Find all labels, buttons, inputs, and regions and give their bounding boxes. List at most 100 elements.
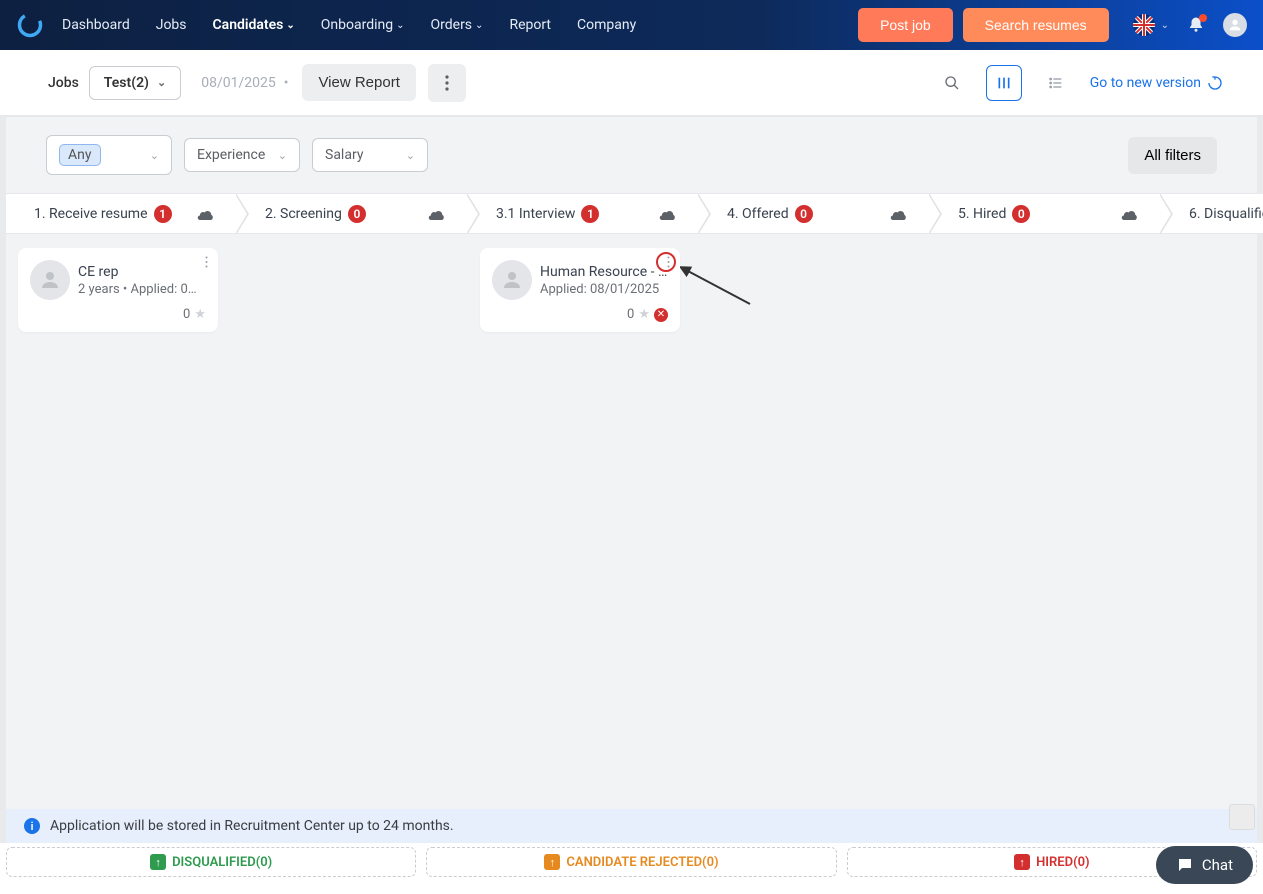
all-filters-button[interactable]: All filters [1128, 137, 1217, 174]
notification-dot-icon [1199, 14, 1207, 22]
stage-label: 5. Hired [958, 206, 1006, 222]
bucket-label: CANDIDATE REJECTED(0) [566, 855, 718, 870]
stage-disqualified[interactable]: 6. Disqualified [1161, 194, 1263, 233]
reject-badge-icon[interactable]: ✕ [654, 308, 668, 322]
bucket-rejected[interactable]: ↑ CANDIDATE REJECTED(0) [426, 847, 836, 877]
chevron-down-icon: ⌄ [157, 76, 166, 89]
view-report-button[interactable]: View Report [302, 64, 415, 101]
scroll-stub[interactable] [1229, 804, 1255, 830]
stage-label: 2. Screening [265, 206, 342, 222]
nav-company[interactable]: Company [577, 17, 636, 33]
candidate-card[interactable]: Human Resource - Ad… Applied: 08/01/2025… [480, 248, 680, 332]
stage-receive-resume[interactable]: 1. Receive resume 1 [6, 194, 237, 233]
filter-salary-label: Salary [325, 147, 363, 163]
chevron-down-icon: ⌄ [396, 20, 404, 31]
nav-candidates-label: Candidates [213, 17, 284, 33]
cloud-upload-icon[interactable] [659, 207, 677, 221]
top-nav: Dashboard Jobs Candidates⌄ Onboarding⌄ O… [0, 0, 1263, 50]
stage-count-badge: 0 [1012, 205, 1030, 223]
avatar-icon [30, 260, 70, 300]
arrow-up-icon: ↑ [544, 854, 560, 870]
nav-dashboard[interactable]: Dashboard [62, 17, 130, 33]
job-selector-value: Test(2) [104, 75, 149, 91]
nav-links: Dashboard Jobs Candidates⌄ Onboarding⌄ O… [62, 17, 636, 33]
date-text: 08/01/2025 [201, 75, 276, 91]
logo-icon[interactable] [16, 11, 44, 39]
card-score: 0 [627, 307, 634, 322]
filter-experience-label: Experience [197, 147, 265, 163]
bucket-label: HIRED(0) [1036, 855, 1090, 870]
chevron-down-icon: ⌄ [286, 20, 294, 31]
nav-jobs[interactable]: Jobs [156, 17, 187, 33]
filter-any-label: Any [59, 144, 101, 166]
separator-icon: • [284, 75, 289, 91]
stage-interview[interactable]: 3.1 Interview 1 [468, 194, 699, 233]
board-view-button[interactable] [986, 65, 1022, 101]
chevron-down-icon: ⌄ [475, 20, 483, 31]
bucket-disqualified[interactable]: ↑ DISQUALIFIED(0) [6, 847, 416, 877]
stage-label: 4. Offered [727, 206, 789, 222]
star-icon[interactable]: ★ [194, 307, 206, 322]
cloud-upload-icon[interactable] [890, 207, 908, 221]
info-text: Application will be stored in Recruitmen… [50, 818, 454, 834]
nav-orders[interactable]: Orders⌄ [431, 17, 484, 33]
chevron-down-icon: ⌄ [1161, 20, 1169, 31]
topnav-right: ⌄ [1133, 13, 1247, 37]
stage-label: 3.1 Interview [496, 206, 575, 222]
stage-offered[interactable]: 4. Offered 0 [699, 194, 930, 233]
bucket-label: DISQUALIFIED(0) [172, 855, 272, 870]
flag-uk-icon [1133, 14, 1155, 36]
chat-button[interactable]: Chat [1156, 846, 1253, 884]
filter-experience[interactable]: Experience ⌄ [184, 138, 300, 172]
card-title: Human Resource - Ad… [540, 260, 668, 280]
new-version-link[interactable]: Go to new version [1090, 75, 1223, 91]
info-strip: i Application will be stored in Recruitm… [0, 809, 1263, 843]
star-icon[interactable]: ★ [638, 307, 650, 322]
filter-salary[interactable]: Salary ⌄ [312, 138, 428, 172]
nav-onboarding-label: Onboarding [321, 17, 393, 33]
post-job-button[interactable]: Post job [858, 8, 953, 42]
stage-label: 1. Receive resume [34, 206, 148, 222]
user-avatar[interactable] [1223, 13, 1247, 37]
card-score: 0 [183, 307, 190, 322]
stages-row: 1. Receive resume 1 2. Screening 0 3.1 I… [0, 194, 1263, 234]
nav-report[interactable]: Report [509, 17, 551, 33]
stage-screening[interactable]: 2. Screening 0 [237, 194, 468, 233]
arrow-up-icon: ↑ [150, 854, 166, 870]
avatar-icon [492, 260, 532, 300]
search-resumes-button[interactable]: Search resumes [963, 8, 1109, 42]
stage-hired[interactable]: 5. Hired 0 [930, 194, 1161, 233]
info-icon: i [24, 818, 40, 834]
chevron-down-icon: ⌄ [278, 149, 287, 162]
cloud-upload-icon[interactable] [197, 207, 215, 221]
filter-any[interactable]: Any ⌄ [46, 135, 172, 175]
card-more-button[interactable] [667, 256, 670, 268]
arrow-up-icon: ↑ [1014, 854, 1030, 870]
board-area: CE rep 2 years • Applied: 0… 0 ★ Human R… [0, 234, 1263, 809]
card-more-button[interactable] [205, 256, 208, 268]
chat-icon [1176, 856, 1194, 874]
sub-header: Jobs Test(2) ⌄ 08/01/2025 • View Report … [0, 50, 1263, 116]
list-view-button[interactable] [1038, 65, 1074, 101]
nav-candidates[interactable]: Candidates⌄ [213, 17, 295, 33]
subhead-right: Go to new version [934, 65, 1223, 101]
search-button[interactable] [934, 65, 970, 101]
card-subtitle: Applied: 08/01/2025 [540, 282, 668, 297]
language-selector[interactable]: ⌄ [1133, 14, 1169, 36]
cloud-upload-icon[interactable] [428, 207, 446, 221]
filters-row: Any ⌄ Experience ⌄ Salary ⌄ All filters [0, 116, 1263, 194]
cloud-upload-icon[interactable] [1121, 207, 1139, 221]
chevron-down-icon: ⌄ [150, 149, 159, 162]
nav-onboarding[interactable]: Onboarding⌄ [321, 17, 405, 33]
more-actions-button[interactable] [428, 64, 466, 102]
chevron-down-icon: ⌄ [406, 149, 415, 162]
stage-count-badge: 0 [348, 205, 366, 223]
card-subtitle: 2 years • Applied: 0… [78, 282, 206, 297]
notifications-button[interactable] [1187, 16, 1205, 34]
candidate-card[interactable]: CE rep 2 years • Applied: 0… 0 ★ [18, 248, 218, 332]
chat-label: Chat [1202, 856, 1233, 874]
stage-count-badge: 1 [581, 205, 599, 223]
job-selector[interactable]: Test(2) ⌄ [89, 66, 181, 100]
jobs-label: Jobs [48, 75, 79, 91]
nav-orders-label: Orders [431, 17, 473, 33]
